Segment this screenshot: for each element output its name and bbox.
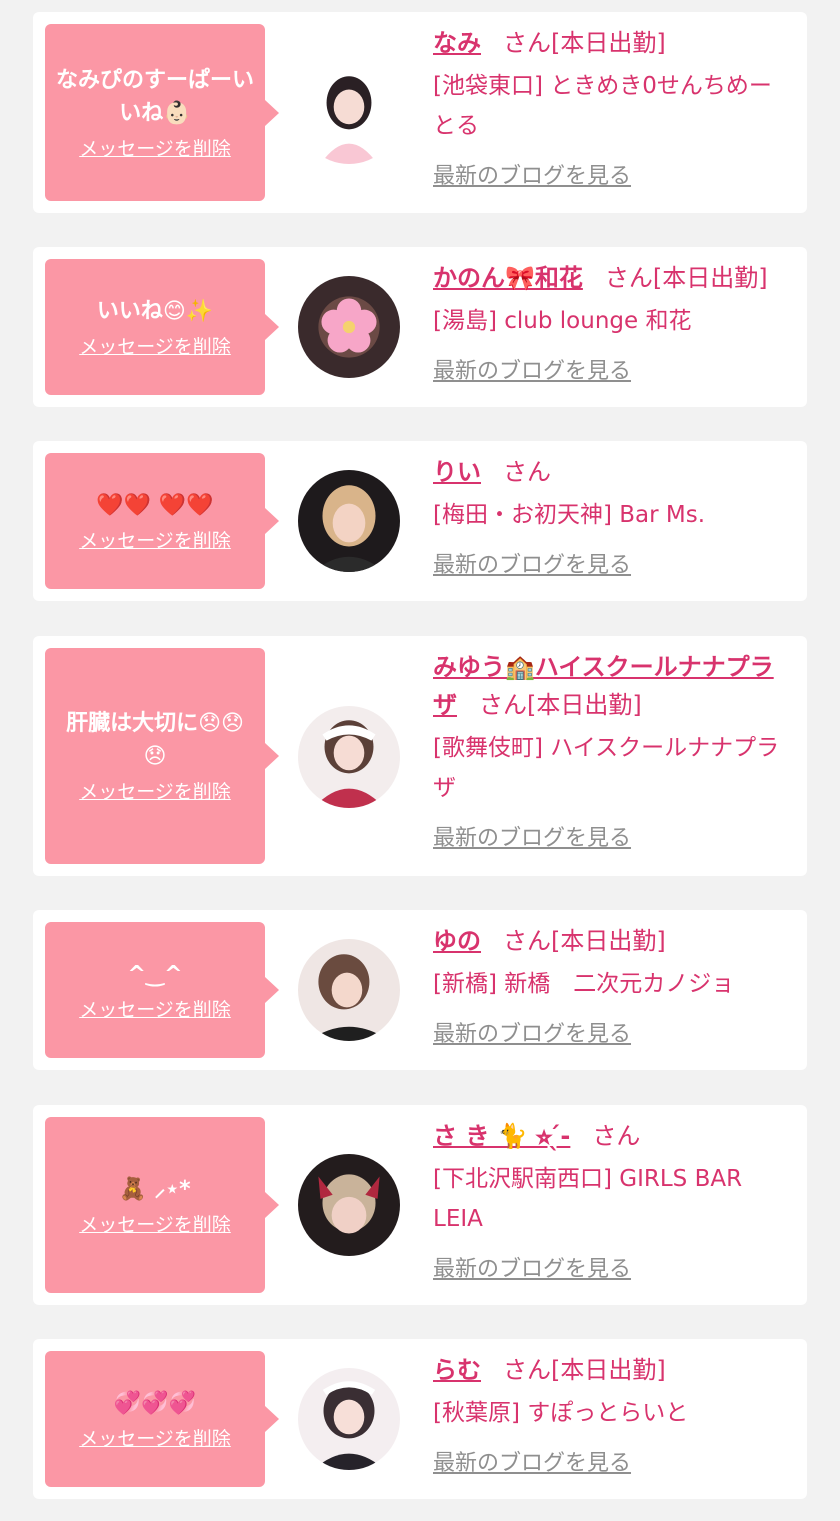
honorific: さん xyxy=(503,1356,551,1384)
message-text: なみぴのすーぱーいいね👶🏻 xyxy=(55,67,254,126)
avatar[interactable] xyxy=(298,706,400,808)
avatar[interactable] xyxy=(298,470,400,572)
blog-link[interactable]: 最新のブログを見る xyxy=(433,353,631,385)
blog-link[interactable]: 最新のブログを見る xyxy=(433,158,631,190)
blog-link[interactable]: 最新のブログを見る xyxy=(433,547,631,579)
honorific: さん xyxy=(503,927,551,955)
shop-info: [下北沢駅南西口] GIRLS BAR LEIA xyxy=(433,1166,743,1232)
cast-info: さ き 🐈 ⭐︎ ̖́- さん [下北沢駅南西口] GIRLS BAR LEIA … xyxy=(433,1117,793,1283)
honorific: さん xyxy=(479,691,527,719)
shop-info: [湯島] club lounge 和花 xyxy=(433,308,692,334)
honorific: さん xyxy=(604,264,653,292)
cast-name-link[interactable]: なみ xyxy=(433,29,481,57)
avatar[interactable] xyxy=(298,276,400,378)
cast-info: みゆう🏫ハイスクールナナプラザ さん[本日出勤] [歌舞伎町] ハイスクールナナプ… xyxy=(433,648,793,852)
message-text: ^‿^ xyxy=(127,961,183,987)
avatar[interactable] xyxy=(298,939,400,1041)
attendance-status: [本日出勤] xyxy=(551,1356,666,1384)
message-card: ^‿^ メッセージを削除 ゆの さん[本日出勤] [新橋] 新橋 二次元カノジョ … xyxy=(33,910,807,1070)
attendance-status: [本日出勤] xyxy=(652,264,768,292)
cast-name-link[interactable]: りい xyxy=(433,458,481,486)
blog-link[interactable]: 最新のブログを見る xyxy=(433,1445,631,1477)
avatar[interactable] xyxy=(298,1154,400,1256)
delete-message-link[interactable]: メッセージを削除 xyxy=(79,136,231,162)
attendance-status: [本日出勤] xyxy=(551,29,666,57)
message-bubble: ❤️❤️ ❤️❤️ メッセージを削除 xyxy=(45,453,279,589)
message-bubble: 💞💞💞 メッセージを削除 xyxy=(45,1351,279,1487)
message-text: ❤️❤️ ❤️❤️ xyxy=(96,492,214,518)
message-text: 🧸 ⸝⋆* xyxy=(119,1176,191,1202)
avatar[interactable] xyxy=(298,1368,400,1470)
delete-message-link[interactable]: メッセージを削除 xyxy=(79,1212,231,1238)
delete-message-link[interactable]: メッセージを削除 xyxy=(79,334,231,360)
honorific: さん xyxy=(503,458,551,486)
honorific: さん xyxy=(592,1122,641,1150)
cast-info: ゆの さん[本日出勤] [新橋] 新橋 二次元カノジョ 最新のブログを見る xyxy=(433,922,793,1048)
message-bubble: ^‿^ メッセージを削除 xyxy=(45,922,279,1058)
blog-link[interactable]: 最新のブログを見る xyxy=(433,820,631,852)
avatar[interactable] xyxy=(298,62,400,164)
shop-info: [新橋] 新橋 二次元カノジョ xyxy=(433,971,735,997)
delete-message-link[interactable]: メッセージを削除 xyxy=(79,997,231,1023)
cast-name-link[interactable]: かのん🎀和花 xyxy=(433,264,583,292)
shop-info: [池袋東口] ときめき0せんちめーとる xyxy=(433,73,772,139)
message-card: ❤️❤️ ❤️❤️ メッセージを削除 りい さん [梅田・お初天神] Bar Ms… xyxy=(33,441,807,601)
message-card: なみぴのすーぱーいいね👶🏻 メッセージを削除 なみ さん[本日出勤] [池袋東口]… xyxy=(33,12,807,213)
message-bubble: 肝臓は大切に😞😞😞 メッセージを削除 xyxy=(45,648,279,864)
cast-name-link[interactable]: ゆの xyxy=(433,927,481,955)
message-bubble: なみぴのすーぱーいいね👶🏻 メッセージを削除 xyxy=(45,24,279,201)
delete-message-link[interactable]: メッセージを削除 xyxy=(79,779,231,805)
cast-info: らむ さん[本日出勤] [秋葉原] すぽっとらいと 最新のブログを見る xyxy=(433,1351,793,1477)
message-bubble: 🧸 ⸝⋆* メッセージを削除 xyxy=(45,1117,279,1293)
delete-message-link[interactable]: メッセージを削除 xyxy=(79,528,231,554)
attendance-status: [本日出勤] xyxy=(551,927,666,955)
cast-name-link[interactable]: らむ xyxy=(433,1356,481,1384)
shop-info: [秋葉原] すぽっとらいと xyxy=(433,1400,689,1426)
blog-link[interactable]: 最新のブログを見る xyxy=(433,1251,631,1283)
attendance-status: [本日出勤] xyxy=(527,691,642,719)
shop-info: [梅田・お初天神] Bar Ms. xyxy=(433,502,706,528)
message-text: いいね😊✨ xyxy=(96,298,214,324)
message-text: 肝臓は大切に😞😞😞 xyxy=(66,711,244,769)
message-text: 💞💞💞 xyxy=(113,1390,197,1416)
cast-name-link[interactable]: さ き 🐈 ⭐︎ ̖́- xyxy=(433,1122,570,1150)
message-card: 肝臓は大切に😞😞😞 メッセージを削除 みゆう🏫ハイスクールナナプラザ さん[本日出… xyxy=(33,636,807,876)
message-card: 💞💞💞 メッセージを削除 らむ さん[本日出勤] [秋葉原] すぽっとらいと 最新… xyxy=(33,1339,807,1499)
message-bubble: いいね😊✨ メッセージを削除 xyxy=(45,259,279,395)
blog-link[interactable]: 最新のブログを見る xyxy=(433,1016,631,1048)
cast-info: なみ さん[本日出勤] [池袋東口] ときめき0せんちめーとる 最新のブログを見る xyxy=(433,24,793,190)
shop-info: [歌舞伎町] ハイスクールナナプラザ xyxy=(433,735,780,801)
delete-message-link[interactable]: メッセージを削除 xyxy=(79,1426,231,1452)
cast-info: りい さん [梅田・お初天神] Bar Ms. 最新のブログを見る xyxy=(433,453,793,579)
message-card: 🧸 ⸝⋆* メッセージを削除 さ き 🐈 ⭐︎ ̖́- さん [下北沢駅南西口] … xyxy=(33,1105,807,1305)
message-card: いいね😊✨ メッセージを削除 かのん🎀和花 さん[本日出勤] [湯島] club … xyxy=(33,247,807,407)
honorific: さん xyxy=(503,29,551,57)
cast-info: かのん🎀和花 さん[本日出勤] [湯島] club lounge 和花 最新のブロ… xyxy=(433,259,793,385)
